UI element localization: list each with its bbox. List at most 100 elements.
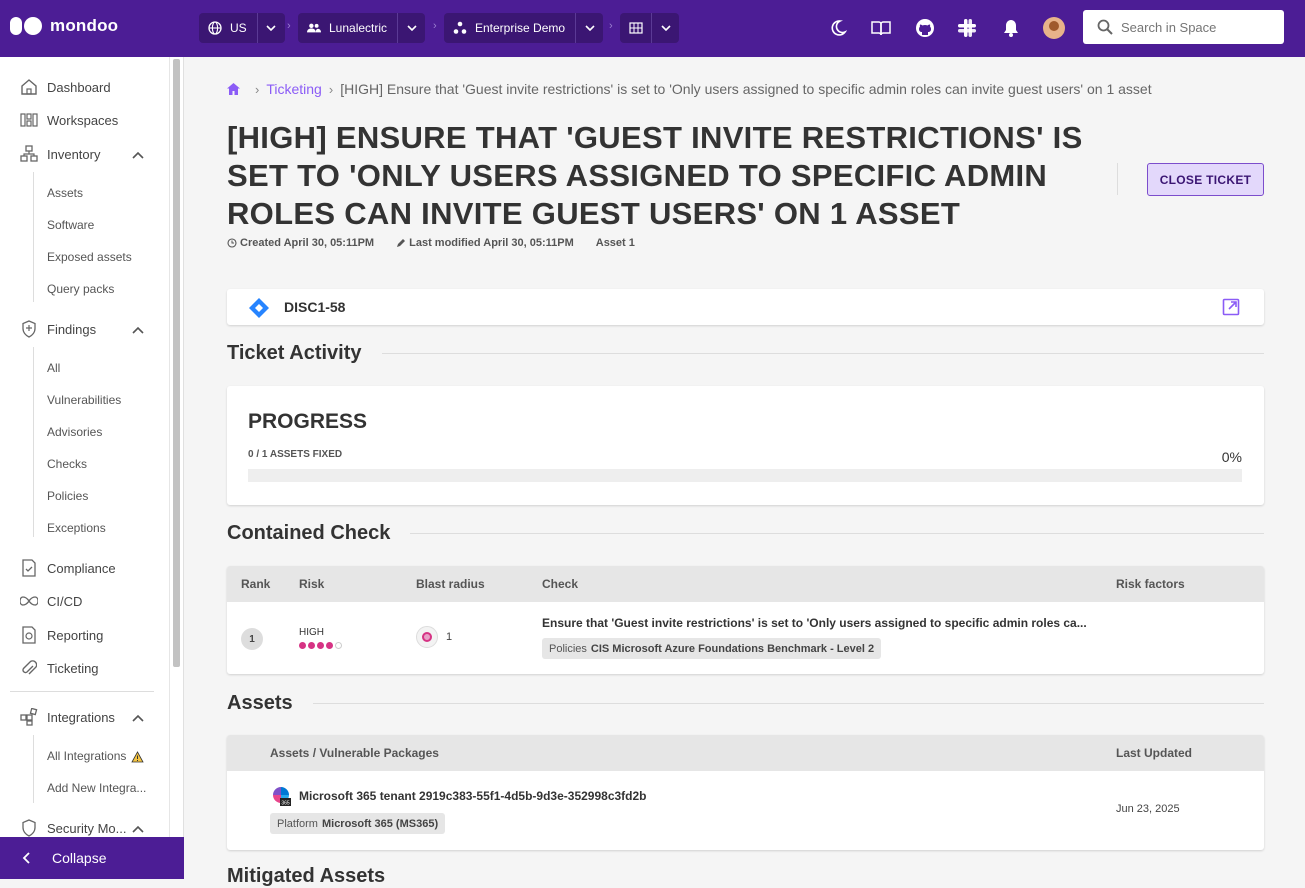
sidebar-item-query-packs[interactable]: Query packs [47, 282, 114, 296]
header-divider [1117, 163, 1118, 195]
clock-icon [227, 238, 237, 248]
sidebar-item-vulnerabilities[interactable]: Vulnerabilities [47, 393, 121, 407]
space-icon [453, 21, 467, 35]
bell-icon[interactable] [1000, 17, 1022, 39]
column-rank[interactable]: Rank [241, 577, 270, 591]
sidebar-item-exposed-assets[interactable]: Exposed assets [47, 250, 132, 264]
column-last-updated[interactable]: Last Updated [1116, 746, 1192, 760]
sidebar-item-inventory[interactable]: Inventory [20, 145, 150, 163]
sidebar-item-findings[interactable]: Findings [20, 320, 150, 338]
docs-book-icon[interactable] [870, 17, 892, 39]
chevron-down-icon[interactable] [651, 13, 679, 43]
column-check[interactable]: Check [542, 577, 578, 591]
chevron-down-icon[interactable] [397, 13, 425, 43]
paperclip-icon [20, 659, 38, 677]
chevron-up-icon[interactable] [132, 710, 144, 725]
table-row[interactable]: 1 HIGH 1 Ensure that 'Guest invite restr… [227, 602, 1264, 674]
sidebar-item-label: Workspaces [47, 112, 119, 128]
breadcrumb-ticketing-link[interactable]: Ticketing [266, 81, 322, 97]
search-input[interactable] [1121, 19, 1271, 35]
globe-icon [208, 21, 222, 35]
sidebar-item-cicd[interactable]: CI/CD [20, 592, 150, 610]
collapse-label: Collapse [52, 850, 107, 866]
infinity-icon [20, 592, 38, 610]
progress-percent: 0% [1221, 449, 1242, 465]
space-selector[interactable]: Enterprise Demo [444, 13, 604, 43]
sidebar-item-software[interactable]: Software [47, 218, 94, 232]
sidebar-item-checks[interactable]: Checks [47, 457, 87, 471]
breadcrumb: › Ticketing › [HIGH] Ensure that 'Guest … [227, 81, 1152, 97]
sidebar-item-policies[interactable]: Policies [47, 489, 88, 503]
sidebar-item-dashboard[interactable]: Dashboard [20, 78, 150, 96]
home-icon[interactable] [227, 83, 240, 95]
progress-label: 0 / 1 ASSETS FIXED [248, 449, 343, 460]
region-label: US [230, 21, 247, 35]
sidebar-item-label: Security Mo... [47, 820, 127, 836]
blast-radius: 1 [416, 626, 452, 648]
column-blast-radius[interactable]: Blast radius [416, 577, 485, 591]
chevron-down-icon[interactable] [575, 13, 603, 43]
chevron-up-icon[interactable] [132, 821, 144, 836]
search-icon [1097, 19, 1113, 35]
sidebar-item-add-integration[interactable]: Add New Integra... [47, 781, 146, 795]
user-avatar[interactable] [1043, 17, 1065, 39]
table-header: Assets / Vulnerable Packages Last Update… [227, 735, 1264, 771]
sidebar-item-label: Reporting [47, 627, 104, 643]
modified-date: Last modified April 30, 05:11PM [396, 237, 574, 249]
sidebar-item-exceptions[interactable]: Exceptions [47, 521, 106, 535]
external-link-icon[interactable] [1222, 298, 1240, 321]
separator-icon: › [287, 20, 291, 32]
column-risk[interactable]: Risk [299, 577, 324, 591]
pencil-icon [397, 239, 406, 247]
org-selector[interactable]: Lunalectric [298, 13, 426, 43]
space-label: Enterprise Demo [475, 21, 566, 35]
sidebar-item-ticketing[interactable]: Ticketing [20, 659, 150, 677]
assets-heading: Assets [227, 692, 1264, 715]
breadcrumb-separator: › [255, 81, 260, 97]
sidebar-scroll-thumb[interactable] [173, 59, 180, 667]
jira-ticket-key[interactable]: DISC1-58 [284, 299, 345, 315]
search-box[interactable] [1083, 10, 1284, 44]
table-row[interactable]: 365 Microsoft 365 tenant 2919c383-55f1-4… [227, 771, 1264, 850]
sidebar-item-reporting[interactable]: Reporting [20, 626, 150, 644]
slack-icon[interactable] [956, 17, 978, 39]
close-ticket-button[interactable]: CLOSE TICKET [1147, 163, 1264, 196]
sidebar-item-workspaces[interactable]: Workspaces [20, 111, 150, 129]
workspace-selector[interactable] [620, 13, 679, 43]
page-title: [HIGH] ENSURE THAT 'GUEST INVITE RESTRIC… [227, 120, 1083, 231]
chevron-up-icon[interactable] [132, 147, 144, 162]
progress-bar [248, 469, 1242, 482]
sidebar-item-security-model[interactable]: Security Mo... [20, 819, 150, 837]
mondoo-logo[interactable]: mondoo [10, 16, 118, 36]
assets-table: Assets / Vulnerable Packages Last Update… [227, 735, 1264, 850]
collapse-button[interactable]: Collapse [0, 837, 184, 879]
chevron-down-icon[interactable] [256, 13, 285, 43]
asset-name[interactable]: Microsoft 365 tenant 2919c383-55f1-4d5b-… [299, 789, 647, 803]
sidebar-item-assets[interactable]: Assets [47, 186, 83, 200]
jira-ticket-card: DISC1-58 [227, 289, 1264, 325]
sidebar-item-advisories[interactable]: Advisories [47, 425, 102, 439]
sidebar-item-label: Findings [47, 321, 97, 337]
sidebar-item-all-findings[interactable]: All [47, 361, 60, 375]
column-risk-factors[interactable]: Risk factors [1116, 577, 1185, 591]
sidebar-item-label: Integrations [47, 709, 115, 725]
risk-dot [308, 642, 315, 649]
chevron-up-icon[interactable] [132, 322, 144, 337]
risk-dot [335, 642, 342, 649]
created-date: Created April 30, 05:11PM [227, 237, 374, 249]
github-icon[interactable] [914, 17, 936, 39]
sidebar-item-all-integrations[interactable]: All Integrations [47, 749, 126, 763]
breadcrumb-current: [HIGH] Ensure that 'Guest invite restric… [340, 81, 1152, 97]
microsoft-365-icon: 365 [270, 786, 292, 808]
risk-rating: HIGH [299, 627, 344, 649]
column-assets[interactable]: Assets / Vulnerable Packages [270, 746, 439, 760]
last-updated-date: Jun 23, 2025 [1116, 803, 1180, 815]
check-title[interactable]: Ensure that 'Guest invite restrictions' … [542, 616, 1087, 630]
region-selector[interactable]: US [199, 13, 285, 43]
sidebar-item-compliance[interactable]: Compliance [20, 559, 150, 577]
sidebar-item-integrations[interactable]: Integrations [20, 708, 150, 726]
moon-icon[interactable] [827, 17, 849, 39]
sidebar-item-label: Dashboard [47, 79, 111, 95]
risk-dots [299, 642, 344, 649]
sidebar-item-label: Inventory [47, 146, 101, 162]
